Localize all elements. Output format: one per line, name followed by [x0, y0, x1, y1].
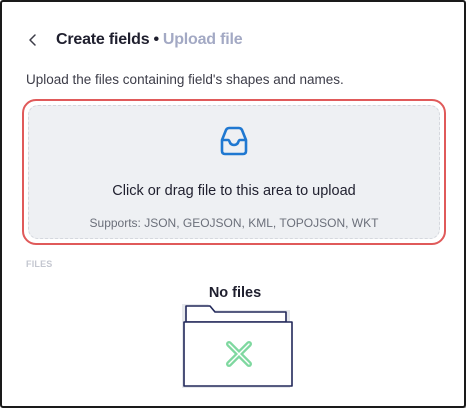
page-title: Create fields • Upload file — [56, 31, 243, 49]
title-separator: • — [153, 31, 159, 48]
dropzone-area[interactable]: Click or drag file to this area to uploa… — [28, 105, 440, 239]
supported-formats: Supports: JSON, GEOJSON, KML, TOPOJSON, … — [89, 216, 379, 230]
files-section-label: FILES — [26, 259, 53, 269]
upload-description: Upload the files containing field's shap… — [26, 72, 344, 87]
chevron-left-icon — [29, 34, 36, 46]
no-files-title: No files — [208, 285, 262, 301]
back-button[interactable] — [26, 28, 50, 52]
inbox-icon — [220, 126, 248, 156]
empty-folder-x-icon — [182, 304, 293, 388]
upload-file-panel: Create fields • Upload file Upload the fil… — [0, 0, 466, 408]
title-main: Create fields — [56, 31, 150, 48]
upload-dropzone[interactable]: Click or drag file to this area to uploa… — [22, 99, 446, 245]
header: Create fields • Upload file — [26, 28, 243, 52]
title-subtitle: Upload file — [162, 31, 243, 48]
dropzone-text: Click or drag file to this area to uploa… — [112, 183, 356, 199]
